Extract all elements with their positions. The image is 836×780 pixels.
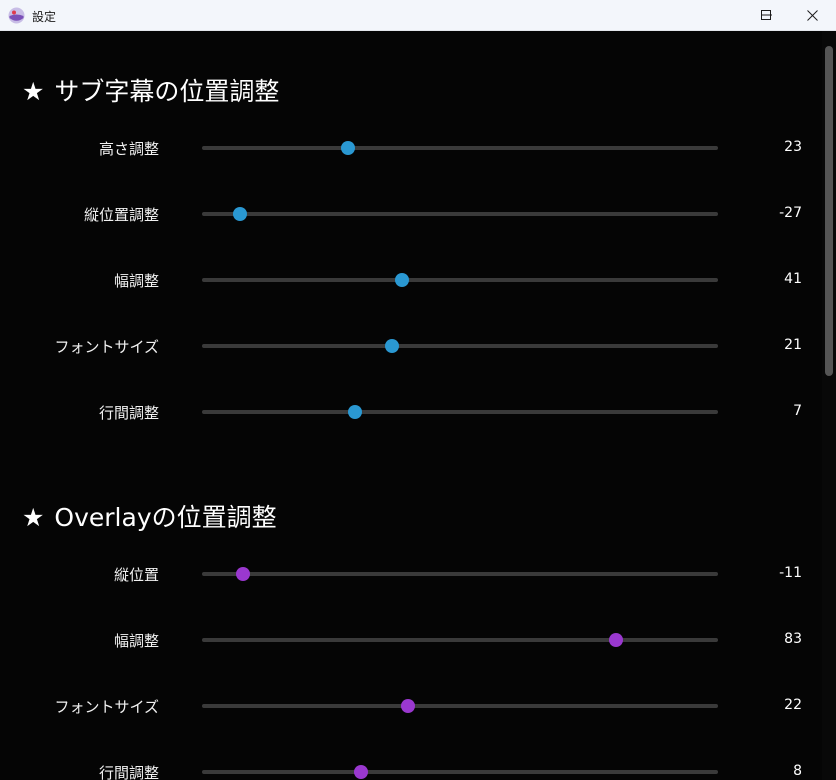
setting-row-line-spacing: 行間調整 7 — [0, 392, 822, 432]
setting-value: 23 — [784, 139, 802, 155]
setting-value: 21 — [784, 337, 802, 353]
slider-thumb[interactable] — [340, 141, 355, 155]
setting-value: 22 — [784, 697, 802, 713]
setting-value: 7 — [793, 403, 802, 419]
slider-track[interactable] — [202, 339, 718, 353]
star-icon: ★ — [22, 77, 45, 106]
setting-label: 縦位置 — [113, 566, 159, 584]
slider-track[interactable] — [202, 633, 718, 647]
title-bar: 設定 — [0, 0, 836, 31]
slider-thumb[interactable] — [233, 207, 248, 221]
setting-row-font-size: フォントサイズ 21 — [0, 326, 822, 366]
section-title-text: サブ字幕の位置調整 — [54, 77, 280, 106]
slider-track[interactable] — [202, 765, 718, 779]
setting-value: 83 — [784, 631, 802, 647]
slider-track[interactable] — [202, 273, 718, 287]
overlay-row-line-spacing: 行間調整 8 — [0, 752, 822, 780]
overlay-row-width: 幅調整 83 — [0, 620, 822, 660]
slider-track[interactable] — [202, 405, 718, 419]
setting-value: -27 — [779, 205, 802, 221]
section-title-text: Overlayの位置調整 — [54, 503, 277, 532]
overlay-row-vertical-position: 縦位置 -11 — [0, 554, 822, 594]
vertical-scrollbar[interactable] — [822, 31, 836, 780]
slider-track[interactable] — [202, 567, 718, 581]
settings-content: ★ サブ字幕の位置調整 高さ調整 23 縦位置調整 -27 幅調整 41 フォント… — [0, 31, 822, 780]
slider-thumb[interactable] — [401, 699, 416, 713]
slider-thumb[interactable] — [353, 765, 368, 779]
setting-label: 幅調整 — [113, 632, 159, 650]
slider-thumb[interactable] — [384, 339, 399, 353]
slider-thumb[interactable] — [348, 405, 363, 419]
overlay-row-font-size: フォントサイズ 22 — [0, 686, 822, 726]
setting-value: 41 — [784, 271, 802, 287]
setting-label: 行間調整 — [98, 404, 159, 422]
section-title-overlay: ★ Overlayの位置調整 — [22, 498, 277, 534]
setting-label: 縦位置調整 — [83, 206, 159, 224]
setting-label: フォントサイズ — [54, 698, 159, 716]
setting-value: -11 — [779, 565, 802, 581]
slider-thumb[interactable] — [608, 633, 623, 647]
setting-row-width: 幅調整 41 — [0, 260, 822, 300]
slider-track[interactable] — [202, 141, 718, 155]
setting-label: 高さ調整 — [98, 140, 159, 158]
close-icon — [806, 9, 818, 21]
close-button[interactable] — [789, 0, 835, 30]
setting-label: フォントサイズ — [54, 338, 159, 356]
slider-thumb[interactable] — [236, 567, 251, 581]
setting-row-vertical-position: 縦位置調整 -27 — [0, 194, 822, 234]
setting-label: 幅調整 — [113, 272, 159, 290]
slider-thumb[interactable] — [395, 273, 410, 287]
setting-row-height: 高さ調整 23 — [0, 128, 822, 168]
star-icon: ★ — [22, 503, 45, 532]
window-title: 設定 — [32, 10, 57, 24]
setting-value: 8 — [793, 763, 802, 779]
slider-track[interactable] — [202, 207, 718, 221]
slider-track[interactable] — [202, 699, 718, 713]
maximize-icon — [761, 10, 771, 20]
setting-label: 行間調整 — [98, 764, 159, 780]
app-icon — [8, 7, 25, 24]
maximize-button-area[interactable] — [743, 0, 789, 30]
section-title-subtitle: ★ サブ字幕の位置調整 — [22, 72, 279, 108]
scrollbar-thumb[interactable] — [825, 46, 833, 376]
